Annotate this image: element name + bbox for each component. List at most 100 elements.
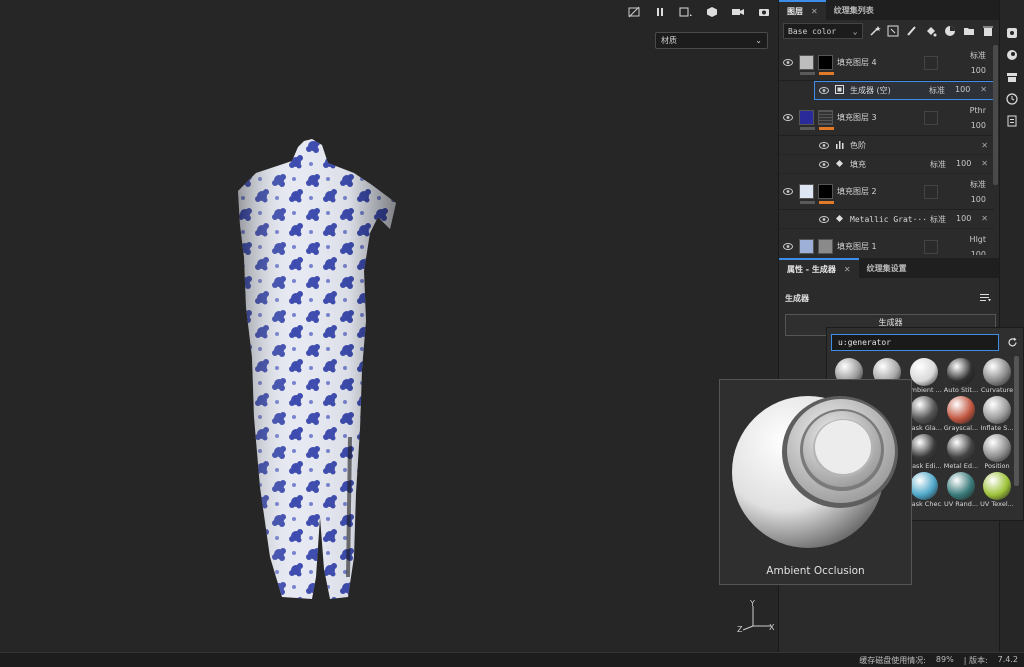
- opacity-value[interactable]: 100: [956, 214, 971, 225]
- eye-icon[interactable]: [783, 242, 793, 252]
- generator-item[interactable]: Inflate S...: [979, 394, 1015, 432]
- layer-mask-thumbnail: [818, 184, 834, 204]
- blend-mode[interactable]: 标准: [930, 214, 946, 225]
- opacity-value[interactable]: 100: [956, 159, 971, 170]
- layer-list: 填充图层 4 标准 100 生成器 (空) 标准 100 ✕ 填充图层 3 Pt…: [779, 45, 994, 255]
- generator-item[interactable]: UV Rand...: [943, 470, 979, 508]
- opacity-value[interactable]: 100: [946, 247, 986, 256]
- generator-item[interactable]: Curvature: [979, 356, 1015, 394]
- generator-label: Position: [984, 462, 1010, 470]
- eye-icon[interactable]: [783, 187, 793, 197]
- layer-row[interactable]: 填充图层 1 Hlgt 100: [779, 229, 994, 255]
- hide-ui-icon[interactable]: [624, 3, 644, 21]
- cube-icon[interactable]: [702, 3, 722, 21]
- tab-layers[interactable]: 图层 ✕: [779, 0, 826, 20]
- generator-item[interactable]: Grayscal...: [943, 394, 979, 432]
- folder-icon[interactable]: [962, 24, 976, 38]
- layer-effect-row-selected[interactable]: 生成器 (空) 标准 100 ✕: [814, 81, 994, 100]
- shader-settings-icon[interactable]: [1004, 47, 1020, 63]
- layers-scrollbar[interactable]: [993, 45, 998, 185]
- tab-texture-set-settings[interactable]: 纹理集设置: [859, 258, 915, 278]
- eye-icon[interactable]: [819, 140, 829, 150]
- layer-row[interactable]: 填充图层 4 标准 100: [779, 45, 994, 81]
- opacity-value[interactable]: 100: [946, 63, 986, 78]
- eye-icon[interactable]: [783, 58, 793, 68]
- generator-thumbnail: [947, 472, 975, 500]
- fill-bucket-icon[interactable]: [924, 24, 938, 38]
- layer-row[interactable]: 填充图层 2 标准 100: [779, 174, 994, 210]
- generator-item[interactable]: UV Texel...: [979, 470, 1015, 508]
- eye-icon[interactable]: [819, 214, 829, 224]
- qipao-dress-model: [238, 139, 396, 599]
- paint-brush-icon[interactable]: [905, 24, 919, 38]
- camera-video-icon[interactable]: [728, 3, 748, 21]
- eye-icon[interactable]: [783, 113, 793, 123]
- blend-mode[interactable]: Hlgt: [946, 232, 986, 247]
- generator-label: Curvature: [980, 386, 1014, 394]
- opacity-value[interactable]: 100: [955, 85, 970, 96]
- blend-mode[interactable]: 标准: [946, 48, 986, 63]
- tab-properties-generator[interactable]: 属性 - 生成器 ✕: [779, 258, 859, 278]
- add-effect-icon[interactable]: [868, 24, 882, 38]
- opacity-value[interactable]: 100: [946, 118, 986, 133]
- generator-item[interactable]: Metal Ed...: [943, 432, 979, 470]
- axis-gizmo: Y Z X: [737, 600, 775, 634]
- layer-effect-row[interactable]: 色阶 ✕: [779, 136, 994, 155]
- layer-effect-row[interactable]: 填充 标准 100 ✕: [779, 155, 994, 174]
- close-icon[interactable]: ✕: [981, 159, 988, 170]
- layer-effect-row[interactable]: Metallic Grat··· 标准 100 ✕: [779, 210, 994, 229]
- blend-mode[interactable]: 标准: [930, 159, 946, 170]
- trash-icon[interactable]: [981, 24, 995, 38]
- layer-thumbnail: [799, 184, 815, 204]
- version-value: 7.4.2: [997, 655, 1018, 664]
- opacity-value[interactable]: 100: [946, 192, 986, 207]
- log-icon[interactable]: [1004, 113, 1020, 129]
- generator-item[interactable]: Position: [979, 432, 1015, 470]
- history-icon[interactable]: [1004, 91, 1020, 107]
- chevron-down-icon: ⌄: [852, 26, 858, 36]
- pause-icon[interactable]: [650, 3, 670, 21]
- layer-mask-slot[interactable]: [924, 184, 938, 199]
- generator-thumbnail: [910, 358, 938, 386]
- chevron-down-icon: ⌄: [755, 36, 762, 45]
- screenshot-camera-icon[interactable]: [754, 3, 774, 21]
- bake-icon[interactable]: [1004, 69, 1020, 85]
- smart-material-icon[interactable]: [943, 24, 957, 38]
- blend-mode[interactable]: Pthr: [946, 103, 986, 118]
- section-title: 生成器: [785, 294, 809, 303]
- layer-name: 填充图层 4: [837, 58, 877, 67]
- generator-item[interactable]: Auto Stit...: [943, 356, 979, 394]
- layer-mask-slot[interactable]: [924, 55, 938, 70]
- viewport-material-select[interactable]: 材质 ⌄: [655, 32, 768, 49]
- tab-layers-label: 图层: [787, 6, 803, 16]
- tab-texture-set-list[interactable]: 纹理集列表: [826, 0, 882, 20]
- layer-mask-slot[interactable]: [924, 110, 938, 125]
- display-settings-icon[interactable]: [1004, 25, 1020, 41]
- generator-search-input[interactable]: u:generator: [831, 334, 999, 351]
- close-icon[interactable]: ✕: [811, 7, 818, 16]
- generator-thumbnail: [910, 472, 938, 500]
- reset-icon[interactable]: [1005, 335, 1019, 349]
- close-icon[interactable]: ✕: [981, 214, 988, 225]
- close-icon[interactable]: ✕: [981, 141, 988, 150]
- generator-thumbnail: [983, 358, 1011, 386]
- channel-select[interactable]: Base color ⌄: [783, 23, 863, 39]
- axis-x-label: X: [769, 623, 775, 632]
- blend-mode[interactable]: 标准: [946, 177, 986, 192]
- viewport-mode-icon[interactable]: [676, 3, 696, 21]
- add-mask-icon[interactable]: [887, 24, 901, 38]
- tab-texture-set-settings-label: 纹理集设置: [866, 263, 907, 273]
- layer-mask-thumbnail: [818, 110, 834, 130]
- 3d-viewport[interactable]: 材质 ⌄ Y Z X: [0, 0, 778, 652]
- picker-scrollbar[interactable]: [1014, 356, 1019, 486]
- blend-mode[interactable]: 标准: [929, 85, 945, 96]
- layer-row[interactable]: 填充图层 3 Pthr 100: [779, 100, 994, 136]
- effect-name: 填充: [850, 159, 866, 169]
- close-icon[interactable]: ✕: [980, 85, 987, 96]
- properties-tabs: 属性 - 生成器 ✕ 纹理集设置: [779, 258, 1000, 278]
- layer-mask-slot[interactable]: [924, 239, 938, 254]
- close-icon[interactable]: ✕: [844, 265, 851, 274]
- list-menu-icon[interactable]: [980, 293, 991, 305]
- eye-icon[interactable]: [819, 159, 829, 169]
- eye-icon[interactable]: [819, 86, 829, 96]
